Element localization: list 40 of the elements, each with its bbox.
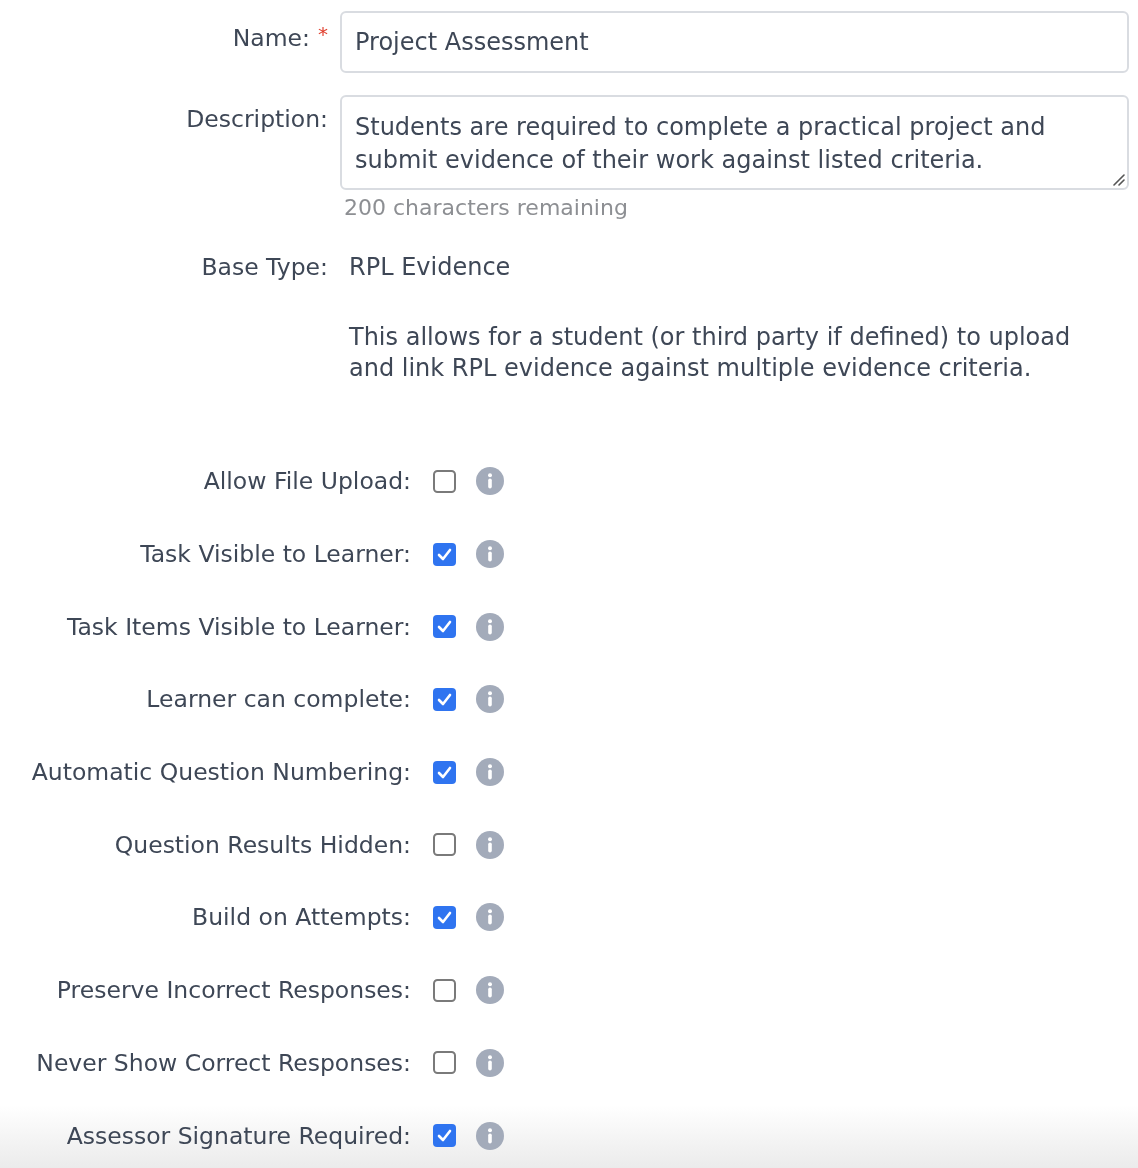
info-icon[interactable] <box>476 758 504 787</box>
base-type-label: Base Type: <box>201 252 328 282</box>
info-icon[interactable] <box>476 830 504 859</box>
name-label: Name: <box>232 24 310 52</box>
info-icon[interactable] <box>476 976 504 1005</box>
option-label: Preserve Incorrect Responses: <box>55 975 411 1006</box>
checkbox[interactable] <box>433 833 456 857</box>
checkbox[interactable] <box>433 905 456 929</box>
checkbox[interactable] <box>433 978 456 1002</box>
option-label: Allow File Upload: <box>202 466 411 497</box>
checkbox[interactable] <box>433 1051 456 1075</box>
info-icon[interactable] <box>476 467 504 496</box>
info-icon[interactable] <box>476 1121 504 1150</box>
option-label: Task Items Visible to Learner: <box>66 611 411 642</box>
option-label: Question Results Hidden: <box>113 829 411 860</box>
description-label: Description: <box>186 105 328 133</box>
info-icon[interactable] <box>476 1048 504 1077</box>
option-label: Assessor Signature Required: <box>65 1120 411 1151</box>
resize-grip-icon[interactable] <box>1111 172 1125 186</box>
info-icon[interactable] <box>476 685 504 714</box>
option-label: Build on Attempts: <box>191 902 411 933</box>
info-icon[interactable] <box>476 612 504 641</box>
base-type-description: This allows for a student (or third party if defined) to upload and link RPL evidence against multiple evidence criteria. <box>349 322 1072 384</box>
base-type-value: RPL Evidence <box>349 252 511 282</box>
option-label: Learner can complete: <box>145 684 411 715</box>
checkbox[interactable] <box>433 1124 456 1148</box>
checkbox[interactable] <box>433 615 456 639</box>
name-input[interactable]: Project Assessment <box>340 11 1129 73</box>
characters-remaining-hint: 200 characters remaining <box>344 194 628 222</box>
option-label: Task Visible to Learner: <box>139 539 411 570</box>
description-textarea[interactable]: Students are required to complete a practical project and submit evidence of their work against listed criteria. <box>340 95 1129 190</box>
checkbox[interactable] <box>433 687 456 711</box>
option-label: Never Show Correct Responses: <box>35 1047 411 1078</box>
info-icon[interactable] <box>476 540 504 569</box>
checkbox[interactable] <box>433 760 456 784</box>
checkbox[interactable] <box>433 469 456 493</box>
info-icon[interactable] <box>476 903 504 932</box>
required-asterisk: * <box>318 24 328 44</box>
checkbox[interactable] <box>433 542 456 566</box>
option-label: Automatic Question Numbering: <box>30 757 411 788</box>
